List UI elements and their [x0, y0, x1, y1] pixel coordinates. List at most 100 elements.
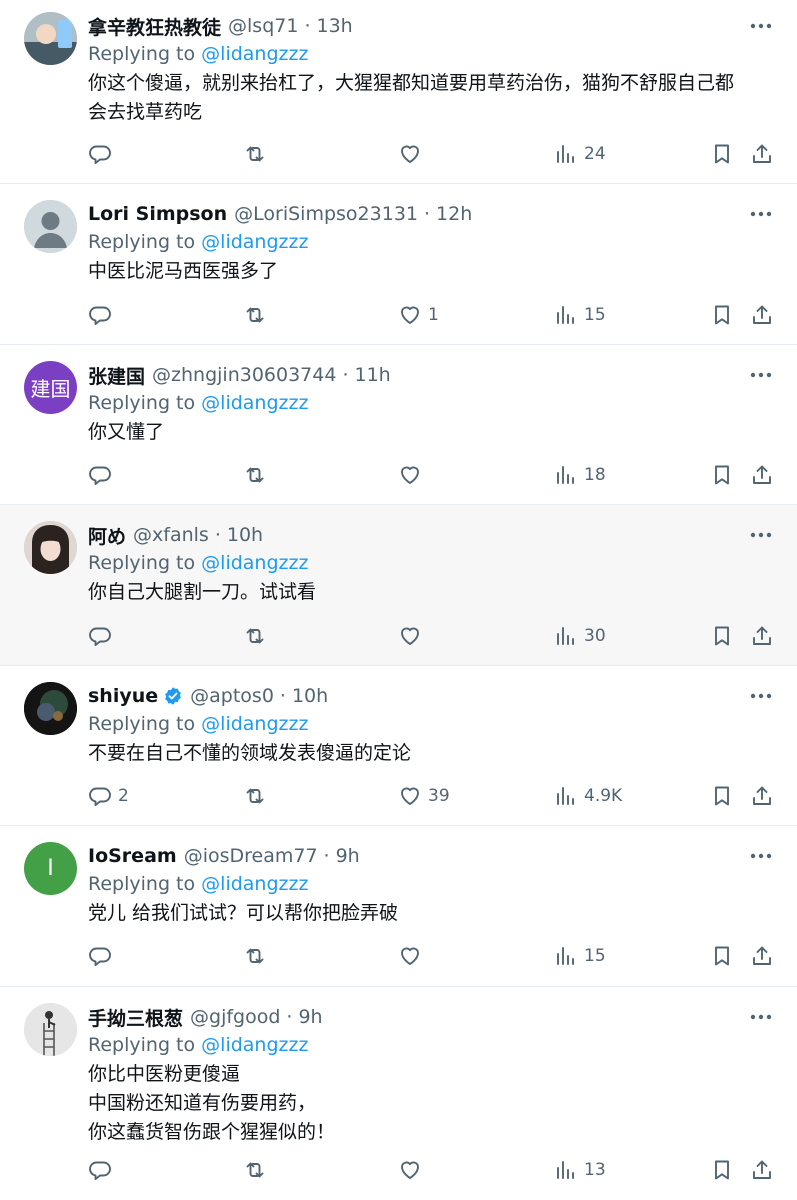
user-handle[interactable]: @lsq71 [228, 15, 298, 37]
retweet-button[interactable] [243, 460, 273, 490]
replying-to-link[interactable]: @lidangzzz [201, 552, 308, 574]
more-icon[interactable] [749, 844, 773, 868]
timestamp[interactable]: 10h [292, 685, 328, 707]
share-button[interactable] [750, 1155, 774, 1185]
views-button[interactable]: 30 [554, 621, 606, 651]
views-button[interactable]: 18 [554, 460, 606, 490]
tweet-reply[interactable]: 手拗三根葱 @gjfgood · 9h Replying to @lidangz… [0, 987, 797, 1200]
like-button[interactable] [398, 460, 428, 490]
more-icon[interactable] [749, 363, 773, 387]
timestamp[interactable]: 10h [227, 524, 263, 546]
more-icon[interactable] [749, 523, 773, 547]
bookmark-button[interactable] [710, 139, 734, 169]
avatar[interactable] [24, 521, 77, 574]
replying-to-link[interactable]: @lidangzzz [201, 713, 308, 735]
like-button[interactable]: 1 [398, 300, 439, 330]
like-button[interactable] [398, 941, 428, 971]
tweet-reply[interactable]: shiyue @aptos0 · 10h Replying to @lidang… [0, 666, 797, 826]
retweet-button[interactable] [243, 300, 273, 330]
views-button[interactable]: 4.9K [554, 781, 622, 811]
timestamp[interactable]: 9h [336, 845, 360, 867]
display-name[interactable]: IoSream [88, 845, 177, 867]
like-button[interactable]: 39 [398, 781, 450, 811]
timestamp[interactable]: 11h [355, 364, 391, 386]
tweet-reply[interactable]: I IoSream @iosDream77 · 9h Replying to @… [0, 826, 797, 987]
tweet-reply[interactable]: Lori Simpson @LoriSimpso23131 · 12h Repl… [0, 184, 797, 345]
tweet-reply[interactable]: 拿辛教狂热教徒 @lsq71 · 13h Replying to @lidang… [0, 0, 797, 184]
avatar[interactable] [24, 1003, 77, 1056]
more-icon[interactable] [749, 202, 773, 226]
retweet-icon [246, 1162, 264, 1178]
retweet-button[interactable] [243, 941, 273, 971]
retweet-button[interactable] [243, 139, 273, 169]
reply-button[interactable] [88, 941, 118, 971]
reply-button[interactable] [88, 139, 118, 169]
timestamp[interactable]: 13h [316, 15, 352, 37]
share-button[interactable] [750, 460, 774, 490]
more-icon[interactable] [749, 684, 773, 708]
reply-button[interactable] [88, 300, 118, 330]
views-button[interactable]: 24 [554, 139, 606, 169]
user-handle[interactable]: @gjfgood [190, 1006, 280, 1028]
replying-to: Replying to @lidangzzz [88, 870, 773, 899]
user-handle[interactable]: @zhngjin30603744 [152, 364, 336, 386]
share-button[interactable] [750, 781, 774, 811]
display-name[interactable]: 张建国 [88, 362, 145, 389]
timestamp[interactable]: 9h [298, 1006, 322, 1028]
display-name[interactable]: shiyue [88, 685, 158, 707]
share-button[interactable] [750, 139, 774, 169]
retweet-button[interactable] [243, 781, 273, 811]
views-button[interactable]: 13 [554, 1155, 606, 1185]
like-button[interactable] [398, 621, 428, 651]
replying-to-link[interactable]: @lidangzzz [201, 1034, 308, 1056]
replying-label: Replying to [88, 392, 196, 414]
avatar[interactable] [24, 682, 77, 735]
user-handle[interactable]: @iosDream77 [184, 845, 318, 867]
avatar[interactable]: 建国 [24, 361, 77, 414]
share-button[interactable] [750, 621, 774, 651]
bookmark-button[interactable] [710, 781, 734, 811]
tweet-text: 你比中医粉更傻逼 中国粉还知道有伤要用药， 你这蠢货智伤跟个猩猩似的！ [88, 1060, 773, 1147]
timestamp[interactable]: 12h [436, 203, 472, 225]
reply-button[interactable] [88, 621, 118, 651]
user-handle[interactable]: @aptos0 [190, 685, 274, 707]
views-button[interactable]: 15 [554, 300, 606, 330]
more-icon[interactable] [749, 1005, 773, 1029]
tweet-reply[interactable]: 阿め @xfanls · 10h Replying to @lidangzzz … [0, 505, 797, 666]
user-handle[interactable]: @LoriSimpso23131 [234, 203, 418, 225]
views-button[interactable]: 15 [554, 941, 606, 971]
like-button[interactable] [398, 1155, 428, 1185]
bookmark-button[interactable] [710, 300, 734, 330]
avatar[interactable] [24, 12, 77, 65]
display-name[interactable]: 手拗三根葱 [88, 1004, 183, 1031]
reply-button[interactable]: 2 [88, 781, 129, 811]
reply-icon [89, 145, 111, 164]
reply-button[interactable] [88, 460, 118, 490]
heart-icon [401, 787, 419, 805]
bookmark-button[interactable] [710, 621, 734, 651]
retweet-button[interactable] [243, 621, 273, 651]
share-button[interactable] [750, 300, 774, 330]
tweet-text-line: 你比中医粉更傻逼 [88, 1063, 241, 1085]
user-handle[interactable]: @xfanls [133, 524, 209, 546]
replying-to-link[interactable]: @lidangzzz [201, 43, 308, 65]
share-button[interactable] [750, 941, 774, 971]
tweet-header: Lori Simpson @LoriSimpso23131 · 12h [88, 200, 773, 228]
display-name[interactable]: 拿辛教狂热教徒 [88, 13, 221, 40]
tweet-reply[interactable]: 建国 张建国 @zhngjin30603744 · 11h Replying t… [0, 345, 797, 505]
bookmark-button[interactable] [710, 941, 734, 971]
like-button[interactable] [398, 139, 428, 169]
more-icon[interactable] [749, 14, 773, 38]
avatar[interactable]: I [24, 842, 77, 895]
replying-to-link[interactable]: @lidangzzz [201, 231, 308, 253]
bookmark-button[interactable] [710, 1155, 734, 1185]
display-name[interactable]: Lori Simpson [88, 203, 227, 225]
replying-to-link[interactable]: @lidangzzz [201, 392, 308, 414]
bookmark-button[interactable] [710, 460, 734, 490]
avatar[interactable] [24, 200, 77, 253]
replying-to-link[interactable]: @lidangzzz [201, 873, 308, 895]
avatar-initials: 建国 [30, 377, 71, 401]
display-name[interactable]: 阿め [88, 522, 126, 549]
retweet-button[interactable] [243, 1155, 273, 1185]
reply-button[interactable] [88, 1155, 118, 1185]
